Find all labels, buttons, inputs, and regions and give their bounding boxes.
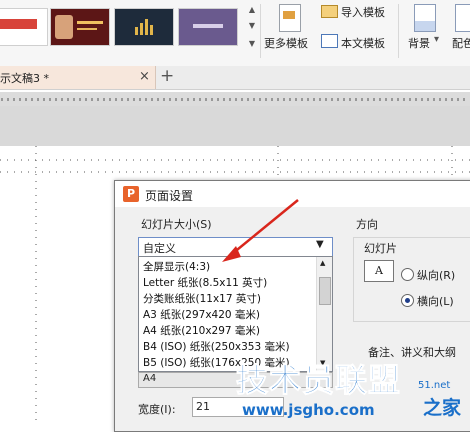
slide-size-option[interactable]: B4 (ISO) 纸张(250x353 毫米)	[143, 339, 290, 354]
slide-size-selected-value: 自定义	[143, 242, 176, 255]
slide-orientation-preview-icon: A	[364, 260, 394, 282]
text-template-icon	[321, 34, 338, 48]
template-thumbnail-purple[interactable]	[178, 8, 238, 46]
template-thumbnail-red[interactable]	[0, 8, 48, 46]
chevron-down-icon[interactable]: ▼	[316, 239, 324, 250]
orientation-label: 方向	[356, 218, 378, 231]
import-template-icon	[321, 5, 338, 18]
template-thumbnail-photo[interactable]	[50, 8, 110, 46]
background-button[interactable]: 背景	[408, 35, 430, 51]
landscape-radio[interactable]	[401, 294, 414, 307]
paper-size-value: A4	[143, 373, 157, 384]
scrollbar-thumb[interactable]	[319, 277, 331, 305]
new-tab-icon[interactable]: +	[160, 66, 174, 86]
watermark-brand: 技术员联盟	[235, 361, 402, 400]
site-watermark: 技术员联盟 www.jsgho.com	[235, 355, 402, 420]
color-scheme-button[interactable]: 配色	[452, 35, 470, 51]
scroll-up-icon[interactable]: ▲	[320, 259, 325, 267]
slide-size-label: 幻灯片大小(S)	[141, 218, 212, 231]
slide-size-option[interactable]: A3 纸张(297x420 毫米)	[143, 307, 260, 322]
orientation-group: 幻灯片 A 纵向(R) 横向(L)	[353, 237, 470, 322]
document-tab[interactable]: 示文稿3 * ×	[0, 66, 156, 89]
background-dropdown-icon[interactable]: ▾	[434, 34, 439, 45]
ribbon-divider	[260, 4, 261, 58]
ribbon-toolbar: ▲ ▼ ▼ 更多模板 导入模板 本文模板 背景 ▾ 配色	[0, 0, 470, 67]
document-tab-title: 示文稿3 *	[0, 72, 49, 85]
portrait-radio[interactable]	[401, 268, 414, 281]
slide-size-option[interactable]: 全屏显示(4:3)	[143, 259, 210, 274]
template-thumbnail-dark-chart[interactable]	[114, 8, 174, 46]
watermark-url: www.jsgho.com	[242, 401, 375, 419]
width-label: 宽度(I):	[138, 403, 176, 416]
import-template-button[interactable]: 导入模板	[341, 4, 385, 20]
width-value: 21	[196, 400, 210, 413]
bar-chart-icon	[135, 19, 153, 35]
gallery-scroll-down-button[interactable]: ▼	[246, 20, 258, 32]
watermark-fragment: 51.net	[418, 380, 451, 391]
portrait-label: 纵向(R)	[417, 269, 456, 282]
text-template-button[interactable]: 本文模板	[341, 35, 385, 51]
more-templates-icon	[279, 4, 301, 32]
close-tab-icon[interactable]: ×	[139, 69, 150, 84]
horizontal-ruler	[0, 92, 470, 106]
gallery-scroll-up-button[interactable]: ▲	[246, 4, 258, 16]
slide-size-option[interactable]: 分类账纸张(11x17 英寸)	[143, 291, 261, 306]
dialog-title: 页面设置	[145, 189, 194, 203]
watermark-suffix: 之家	[423, 397, 462, 419]
landscape-label: 横向(L)	[417, 295, 454, 308]
dialog-title-bar[interactable]: P 页面设置	[115, 181, 470, 207]
document-tab-bar: 示文稿3 * × +	[0, 66, 470, 90]
slide-size-select[interactable]: 自定义 ▼	[138, 237, 333, 257]
color-scheme-icon	[455, 4, 470, 32]
slide-orientation-label: 幻灯片	[364, 242, 397, 255]
background-icon	[414, 4, 436, 32]
gallery-expand-button[interactable]: ▼	[246, 38, 258, 50]
slide-size-option[interactable]: A4 纸张(210x297 毫米)	[143, 323, 260, 338]
slide-size-option[interactable]: Letter 纸张(8.5x11 英寸)	[143, 275, 267, 290]
more-templates-button[interactable]: 更多模板	[264, 35, 308, 51]
ribbon-divider	[398, 4, 399, 58]
ruler-ticks	[1, 98, 465, 101]
dropdown-scrollbar[interactable]: ▲ ▼	[316, 257, 332, 371]
workspace-gray-band	[0, 106, 470, 146]
wps-presentation-icon: P	[123, 186, 139, 202]
